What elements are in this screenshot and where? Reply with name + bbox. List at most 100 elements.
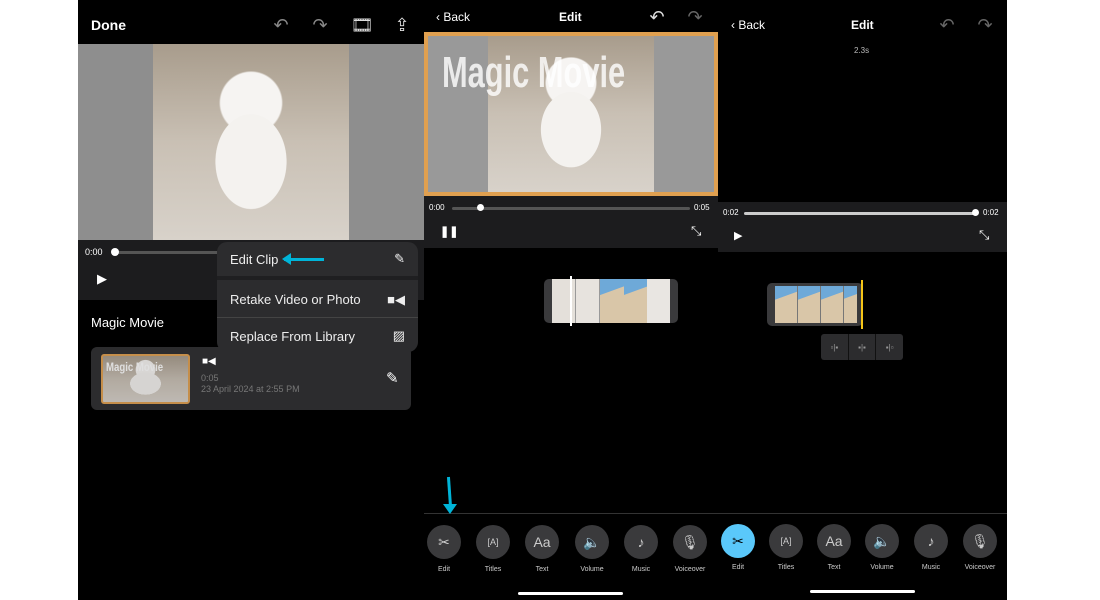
clip-card[interactable]: Magic Movie ■◀ 0:05 23 April 2024 at 2:5… bbox=[91, 347, 411, 410]
clip-date: 23 April 2024 at 2:55 PM bbox=[201, 384, 300, 394]
tool-label: Music bbox=[631, 566, 651, 573]
video-camera-icon: ■◀ bbox=[387, 291, 405, 307]
clip-thumbnail[interactable]: Magic Movie bbox=[101, 354, 190, 404]
volume-icon: 🔈 bbox=[583, 533, 601, 550]
microphone-icon: 🎙 bbox=[971, 532, 989, 549]
frame bbox=[820, 286, 844, 323]
video-overlay-title: Magic Movie bbox=[442, 48, 626, 97]
split-buttons: ▫|▪ ▪|▪ ▪|▫ bbox=[821, 334, 903, 360]
tool-scissors-icon[interactable]: ✂ bbox=[721, 524, 755, 558]
split-right-button[interactable]: ▪|▫ bbox=[876, 334, 903, 360]
scrubber-handle[interactable] bbox=[111, 248, 119, 256]
back-label: Back bbox=[738, 18, 766, 32]
video-preview[interactable]: Magic Movie bbox=[424, 32, 718, 196]
music-icon: ♪ bbox=[637, 534, 645, 550]
tool-label: Text bbox=[827, 564, 841, 571]
tool-volume-icon[interactable]: 🔈 bbox=[575, 525, 609, 559]
current-time: 0:00 bbox=[85, 247, 103, 257]
tool-titles-icon[interactable]: [A] bbox=[769, 524, 803, 558]
redo-icon[interactable]: ↷ bbox=[309, 14, 331, 36]
scrubber-handle[interactable] bbox=[972, 209, 979, 216]
frame bbox=[843, 286, 857, 323]
pencil-icon[interactable]: ✎ bbox=[386, 369, 399, 387]
scrubber[interactable] bbox=[452, 207, 690, 210]
tool-label: Titles bbox=[777, 564, 795, 571]
home-indicator bbox=[810, 590, 915, 593]
cat-image bbox=[153, 44, 349, 240]
tap-arrow-head bbox=[443, 504, 457, 514]
toolbar-divider bbox=[718, 513, 1007, 514]
total-time: 0:05 bbox=[694, 203, 710, 212]
tool-microphone-icon[interactable]: 🎙 bbox=[673, 525, 707, 559]
project-screen: Done ↶ ↷ 🎞 ⇪ 0:00 ▶ Edit Clip ✎ Retake V… bbox=[78, 0, 424, 600]
video-preview[interactable] bbox=[78, 44, 424, 240]
tool-label: Edit bbox=[437, 566, 451, 573]
home-indicator bbox=[518, 592, 623, 595]
redo-icon[interactable]: ↷ bbox=[684, 6, 706, 28]
menu-item-edit-clip[interactable]: Edit Clip ✎ bbox=[217, 242, 418, 280]
magic-film-icon[interactable]: 🎞 bbox=[351, 14, 374, 36]
tool-label: Edit bbox=[731, 564, 745, 571]
header-title: Edit bbox=[559, 10, 582, 24]
clip-frames bbox=[775, 286, 857, 323]
menu-item-retake[interactable]: Retake Video or Photo ■◀ bbox=[217, 282, 418, 318]
frame bbox=[600, 279, 624, 323]
tool-music-icon[interactable]: ♪ bbox=[624, 525, 658, 559]
tool-label: Music bbox=[921, 564, 941, 571]
frame bbox=[623, 279, 647, 323]
scrubber[interactable] bbox=[744, 212, 976, 215]
expand-icon[interactable]: ⤡ bbox=[979, 227, 989, 243]
text-icon: Aa bbox=[825, 533, 843, 549]
clip-length: 2.3s bbox=[854, 46, 870, 55]
undo-icon[interactable]: ↶ bbox=[646, 6, 668, 28]
split-center-button[interactable]: ▪|▪ bbox=[849, 334, 877, 360]
tool-label: Voiceover bbox=[964, 564, 996, 571]
scrubber-handle[interactable] bbox=[477, 204, 484, 211]
tool-label: Titles bbox=[484, 566, 502, 573]
play-icon[interactable]: ▶ bbox=[97, 271, 107, 287]
tool-volume-icon[interactable]: 🔈 bbox=[865, 524, 899, 558]
menu-item-label: Replace From Library bbox=[230, 328, 355, 344]
text-icon: Aa bbox=[533, 534, 551, 550]
done-button[interactable]: Done bbox=[91, 17, 126, 33]
edit-screen-clip-selected: ‹ Back Edit ↶ ↷ 2.3s 0:02 0:02 ▶ ⤡ ▫|▪ ▪… bbox=[718, 0, 1007, 600]
tool-music-icon[interactable]: ♪ bbox=[914, 524, 948, 558]
expand-icon[interactable]: ⤡ bbox=[691, 223, 701, 239]
scissors-icon: ✂ bbox=[438, 533, 450, 550]
timeline-strip[interactable] bbox=[767, 283, 863, 326]
playhead[interactable] bbox=[861, 280, 863, 329]
tool-text-icon[interactable]: Aa bbox=[817, 524, 851, 558]
split-left-button[interactable]: ▫|▪ bbox=[821, 334, 849, 360]
tool-microphone-icon[interactable]: 🎙 bbox=[963, 524, 997, 558]
header-title: Edit bbox=[851, 18, 874, 32]
play-icon[interactable]: ▶ bbox=[734, 229, 742, 242]
player-controls: 0:00 0:05 ❚❚ ⤡ bbox=[424, 196, 718, 248]
back-button[interactable]: ‹ Back bbox=[436, 10, 470, 24]
tool-label: Volume bbox=[870, 564, 894, 571]
tap-arrow bbox=[446, 476, 453, 508]
player-controls: 0:02 0:02 ▶ ⤡ bbox=[718, 202, 1007, 252]
frame bbox=[775, 286, 798, 323]
pause-icon[interactable]: ❚❚ bbox=[440, 225, 458, 238]
share-icon[interactable]: ⇪ bbox=[391, 14, 413, 36]
undo-icon[interactable]: ↶ bbox=[936, 14, 958, 36]
back-button[interactable]: ‹ Back bbox=[731, 18, 765, 32]
thumbnail-title: Magic Movie bbox=[106, 360, 164, 374]
tool-label: Volume bbox=[580, 566, 604, 573]
undo-icon[interactable]: ↶ bbox=[270, 14, 292, 36]
tool-titles-icon[interactable]: [A] bbox=[476, 525, 510, 559]
tool-scissors-icon[interactable]: ✂ bbox=[427, 525, 461, 559]
photo-icon: ▨ bbox=[392, 328, 405, 343]
volume-icon: 🔈 bbox=[873, 532, 891, 549]
frame bbox=[646, 279, 671, 323]
microphone-icon: 🎙 bbox=[681, 533, 699, 550]
timeline-strip[interactable] bbox=[544, 276, 678, 326]
menu-item-label: Edit Clip bbox=[230, 251, 279, 267]
tool-text-icon[interactable]: Aa bbox=[525, 525, 559, 559]
toolbar-divider bbox=[424, 513, 718, 514]
redo-icon[interactable]: ↷ bbox=[974, 14, 996, 36]
back-label: Back bbox=[443, 10, 471, 24]
playhead[interactable] bbox=[570, 276, 572, 326]
clip-duration: 0:05 bbox=[201, 373, 219, 383]
music-icon: ♪ bbox=[927, 533, 935, 549]
